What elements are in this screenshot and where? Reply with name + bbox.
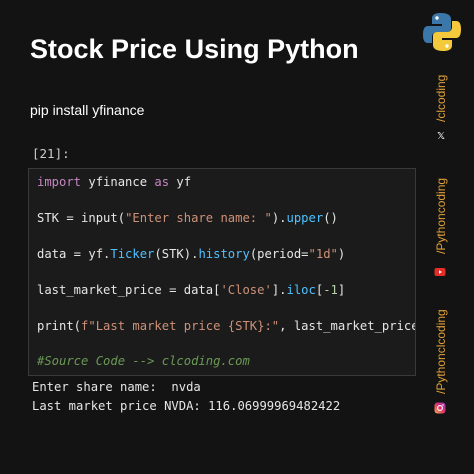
code-text: data = yf.	[37, 247, 111, 261]
python-logo-icon	[423, 13, 461, 51]
code-text: (STK).	[154, 247, 199, 261]
code-function: upper	[286, 211, 324, 225]
code-text: (period=	[249, 247, 309, 261]
handle-youtube-text[interactable]: /Pythoncoding	[434, 178, 448, 254]
code-line: last_market_price = data['Close'].iloc[-…	[37, 283, 345, 297]
instagram-icon[interactable]	[434, 402, 446, 414]
code-text: ()	[323, 211, 338, 225]
code-text: STK = input(	[37, 211, 126, 225]
handle-instagram-text[interactable]: /Pythonclcoding	[434, 309, 448, 394]
code-string: "Enter share name: "	[125, 211, 272, 225]
install-command-text: pip install yfinance	[30, 102, 145, 118]
code-string: 'Close'	[220, 283, 272, 297]
code-text: yf	[169, 175, 192, 189]
code-string: f"Last market price {STK}:"	[81, 319, 280, 333]
code-cell[interactable]: import yfinance as yf STK = input("Enter…	[28, 168, 416, 376]
code-line: STK = input("Enter share name: ").upper(…	[37, 211, 338, 225]
code-text: print(	[37, 319, 82, 333]
code-line: data = yf.Ticker(STK).history(period="1d…	[37, 247, 345, 261]
youtube-icon[interactable]	[434, 266, 446, 278]
code-text: ).	[271, 211, 287, 225]
code-text: )	[337, 247, 346, 261]
output-line: Enter share name: nvda	[32, 380, 201, 394]
code-text: ]	[337, 283, 346, 297]
page-title: Stock Price Using Python	[30, 34, 359, 64]
code-text: last_market_price = data[	[37, 283, 221, 297]
output-line: Last market price NVDA: 116.069999694824…	[32, 399, 341, 413]
code-function: iloc	[286, 283, 316, 297]
code-function: history	[198, 247, 250, 261]
code-line: print(f"Last market price {STK}:", last_…	[37, 319, 416, 333]
code-number: -1	[323, 283, 338, 297]
code-keyword: as	[154, 175, 170, 189]
code-text: ].	[271, 283, 287, 297]
handle-x-text[interactable]: /clcoding	[434, 75, 448, 122]
code-line: import yfinance as yf	[37, 175, 191, 189]
code-comment: #Source Code --> clcoding.com	[37, 354, 250, 368]
code-function: Ticker	[110, 247, 155, 261]
cell-execution-label: [21]:	[32, 146, 70, 161]
code-line: #Source Code --> clcoding.com	[37, 354, 250, 368]
x-icon[interactable]: 𝕏	[435, 131, 447, 143]
code-keyword: import	[37, 175, 82, 189]
code-text: yfinance	[81, 175, 155, 189]
code-string: "1d"	[308, 247, 338, 261]
code-text: , last_market_price)	[279, 319, 416, 333]
page: Stock Price Using Python pip install yfi…	[0, 0, 474, 474]
